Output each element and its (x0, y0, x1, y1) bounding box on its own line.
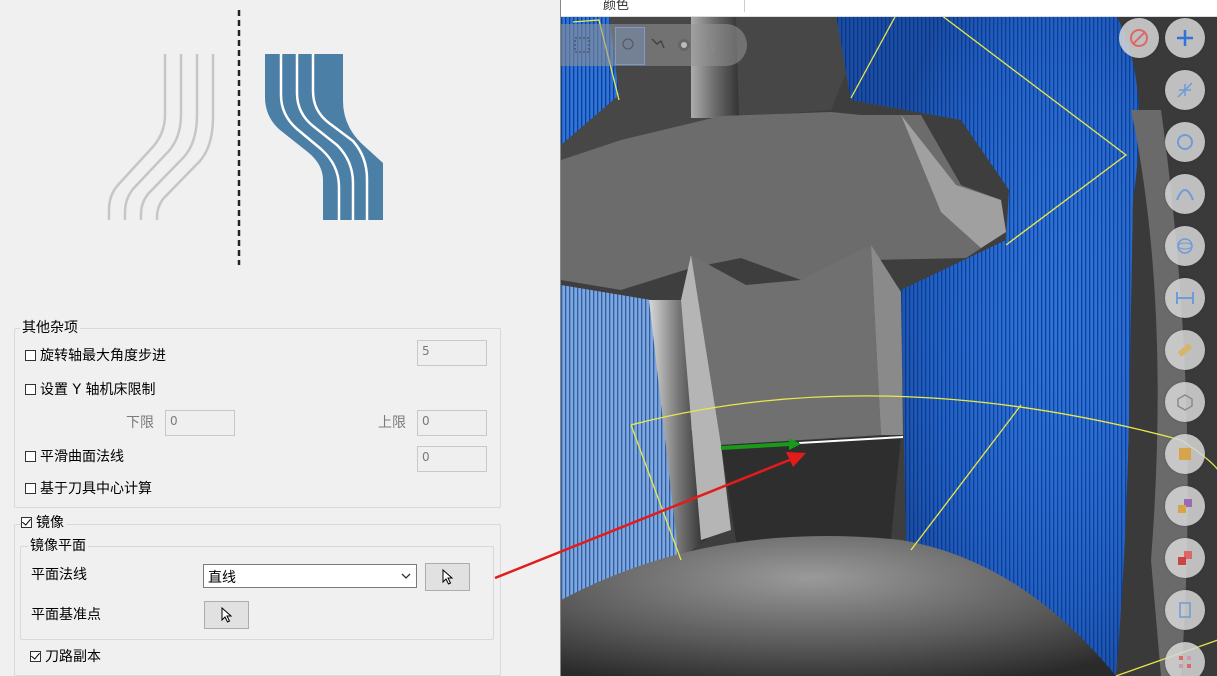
plane-normal-label: 平面法线 (31, 567, 87, 583)
grid-button[interactable] (1165, 642, 1205, 676)
measure-icon (1176, 292, 1194, 304)
max-angle-step-checkbox[interactable]: 旋转轴最大角度步进 (25, 347, 166, 365)
layers-icon (1178, 499, 1192, 513)
grid-icon (1179, 656, 1191, 668)
smooth-normal-check[interactable] (25, 450, 36, 462)
curve-icon (1176, 189, 1194, 201)
no-entry-button[interactable] (1119, 18, 1159, 58)
color-tab-label[interactable]: 颜色 (603, 0, 629, 13)
mirror-label: 镜像 (36, 515, 64, 531)
plane-normal-select[interactable]: 直线 (203, 564, 417, 588)
measure-button[interactable] (1165, 278, 1205, 318)
smooth-normal-label: 平滑曲面法线 (40, 449, 124, 465)
shape-button[interactable] (1165, 538, 1205, 578)
tool-center-checkbox[interactable]: 基于刀具中心计算 (25, 480, 152, 498)
mirror-plane-group: 镜像平面 (20, 537, 494, 640)
ruler-icon (1177, 343, 1193, 357)
tool-center-check[interactable] (25, 482, 36, 494)
chevron-down-icon (401, 573, 411, 579)
max-angle-step-label: 旋转轴最大角度步进 (40, 348, 166, 364)
add-button[interactable] (1165, 18, 1205, 58)
smooth-normal-checkbox[interactable]: 平滑曲面法线 (25, 448, 124, 466)
smooth-normal-input[interactable]: 0 (417, 446, 487, 472)
upper-limit-label: 上限 (378, 415, 406, 431)
lower-limit-input[interactable]: 0 (165, 410, 235, 436)
cursor-icon (442, 569, 453, 585)
selection-toolbar (561, 24, 747, 66)
solid-select-icon[interactable] (675, 36, 693, 54)
circle-button[interactable] (1165, 122, 1205, 162)
no-entry-icon (1130, 29, 1148, 47)
plane-normal-pick-button[interactable] (425, 563, 470, 591)
sphere-button[interactable] (1165, 226, 1205, 266)
y-axis-limit-check[interactable] (25, 383, 36, 395)
plane-base-point-pick-button[interactable] (204, 601, 249, 629)
circle-icon (1177, 134, 1193, 150)
upper-limit-input[interactable]: 0 (417, 410, 487, 436)
max-angle-step-input[interactable]: 5 (417, 340, 487, 366)
axes-icon (1177, 82, 1193, 98)
layers-button[interactable] (1165, 486, 1205, 526)
plus-icon (1177, 30, 1193, 46)
mirror-checkbox[interactable]: 镜像 (21, 514, 66, 532)
lasso-icon[interactable] (619, 36, 637, 54)
header-divider (744, 0, 745, 12)
clipboard-icon (1179, 602, 1191, 618)
color-icon (1179, 448, 1191, 460)
color-button[interactable] (1165, 434, 1205, 474)
view-toolbar (1117, 14, 1217, 676)
toolpath-copy-check[interactable] (30, 650, 41, 662)
3d-viewport[interactable]: 颜色 (560, 0, 1217, 676)
box-button[interactable] (1165, 382, 1205, 422)
cursor-icon[interactable] (703, 36, 721, 54)
shape-icon (1178, 551, 1192, 565)
box-select-icon[interactable] (573, 36, 591, 54)
max-angle-step-check[interactable] (25, 349, 36, 361)
box-icon (1177, 394, 1193, 411)
lower-limit-label: 下限 (126, 415, 154, 431)
y-axis-limit-label: 设置 Y 轴机床限制 (40, 382, 156, 398)
settings-panel: 其他杂项 旋转轴最大角度步进 5 设置 Y 轴机床限制 下限 0 上限 0 平滑… (0, 0, 560, 676)
axes-button[interactable] (1165, 70, 1205, 110)
toolpath-copy-label: 刀路副本 (45, 649, 101, 665)
toolpath-copy-checkbox[interactable]: 刀路副本 (30, 648, 101, 666)
ruler-button[interactable] (1165, 330, 1205, 370)
mirror-illustration (107, 10, 383, 265)
sphere-icon (1177, 238, 1193, 254)
clipboard-button[interactable] (1165, 590, 1205, 630)
cursor-icon (221, 607, 232, 623)
mirror-check[interactable] (21, 516, 32, 528)
y-axis-limit-checkbox[interactable]: 设置 Y 轴机床限制 (25, 381, 155, 399)
misc-group-title: 其他杂项 (20, 319, 80, 337)
tool-center-label: 基于刀具中心计算 (40, 481, 152, 497)
plane-normal-value: 直线 (208, 570, 236, 586)
chain-icon[interactable] (649, 36, 667, 54)
curve-button[interactable] (1165, 174, 1205, 214)
mirror-plane-title: 镜像平面 (28, 537, 88, 555)
plane-base-point-label: 平面基准点 (31, 607, 101, 623)
